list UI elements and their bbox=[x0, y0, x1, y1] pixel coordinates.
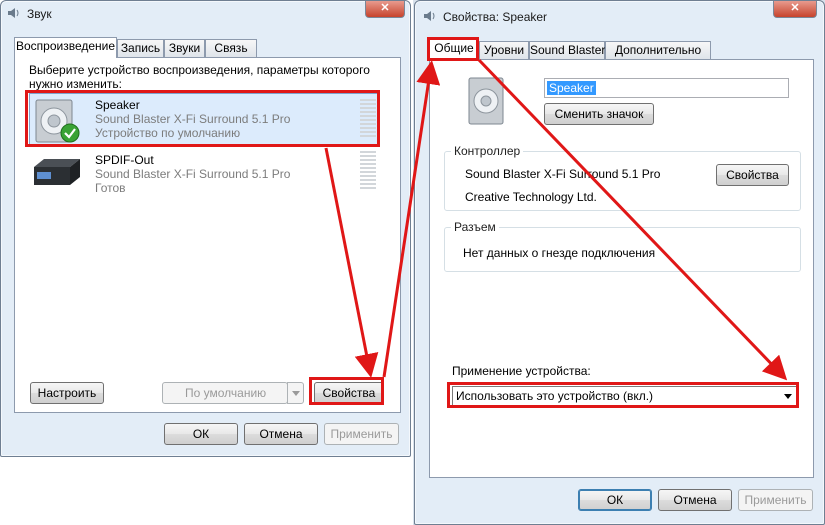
tab-communications[interactable]: Связь bbox=[205, 39, 257, 57]
chevron-down-icon bbox=[292, 391, 300, 396]
device-driver: Sound Blaster X-Fi Surround 5.1 Pro bbox=[95, 112, 291, 126]
properties-button[interactable]: Свойства bbox=[314, 382, 384, 404]
device-name-value: Speaker bbox=[547, 81, 596, 95]
cancel-button[interactable]: Отмена bbox=[658, 489, 732, 511]
chevron-down-icon bbox=[784, 394, 792, 399]
controller-properties-button[interactable]: Свойства bbox=[716, 164, 789, 186]
close-button[interactable]: ✕ bbox=[365, 1, 405, 18]
configure-button[interactable]: Настроить bbox=[30, 382, 104, 404]
change-icon-button[interactable]: Сменить значок bbox=[544, 103, 654, 125]
tab-sounds[interactable]: Звуки bbox=[164, 39, 205, 57]
tab-general[interactable]: Общие bbox=[429, 39, 479, 60]
device-name-field[interactable]: Speaker bbox=[544, 78, 789, 98]
apply-button[interactable]: Применить bbox=[324, 423, 399, 445]
speaker-icon bbox=[35, 99, 80, 143]
close-button[interactable]: ✕ bbox=[773, 1, 817, 18]
usage-select-value: Использовать это устройство (вкл.) bbox=[456, 389, 654, 403]
device-item-spdif[interactable]: SPDIF-Out Sound Blaster X-Fi Surround 5.… bbox=[29, 149, 379, 199]
ok-button[interactable]: ОК bbox=[578, 489, 652, 511]
tab-strip: Воспроизведение Запись Звуки Связь bbox=[14, 37, 404, 58]
device-name: Speaker bbox=[95, 98, 140, 112]
speaker-icon bbox=[468, 77, 504, 125]
tab-sound-blaster[interactable]: Sound Blaster bbox=[529, 41, 605, 59]
device-status: Устройство по умолчанию bbox=[95, 126, 241, 140]
speaker-icon bbox=[8, 8, 19, 18]
device-list[interactable]: Speaker Sound Blaster X-Fi Surround 5.1 … bbox=[28, 91, 386, 371]
set-default-dropdown[interactable] bbox=[287, 382, 304, 404]
device-status: Готов bbox=[95, 181, 126, 195]
jack-info: Нет данных о гнезде подключения bbox=[463, 246, 656, 260]
jack-label: Разъем bbox=[451, 220, 499, 234]
usage-select[interactable]: Использовать это устройство (вкл.) bbox=[452, 386, 799, 406]
title-bar[interactable]: Звук ✕ bbox=[1, 1, 410, 27]
volume-meter bbox=[360, 151, 376, 191]
tab-strip: Общие Уровни Sound Blaster Дополнительно bbox=[429, 39, 819, 60]
tab-levels[interactable]: Уровни bbox=[479, 41, 529, 59]
digital-output-icon bbox=[34, 159, 80, 185]
tab-advanced[interactable]: Дополнительно bbox=[605, 41, 711, 59]
controller-name: Sound Blaster X-Fi Surround 5.1 Pro bbox=[465, 167, 661, 181]
window-title: Звук bbox=[27, 7, 52, 21]
title-bar[interactable]: Свойства: Speaker ✕ bbox=[415, 1, 824, 27]
instruction-text: Выберите устройство воспроизведения, пар… bbox=[29, 63, 370, 91]
tab-playback[interactable]: Воспроизведение bbox=[14, 37, 117, 58]
device-driver: Sound Blaster X-Fi Surround 5.1 Pro bbox=[95, 167, 291, 181]
controller-vendor: Creative Technology Ltd. bbox=[465, 190, 597, 204]
usage-label: Применение устройства: bbox=[452, 364, 591, 378]
window-title: Свойства: Speaker bbox=[443, 10, 548, 24]
tab-recording[interactable]: Запись bbox=[117, 39, 164, 57]
apply-button[interactable]: Применить bbox=[738, 489, 813, 511]
device-name: SPDIF-Out bbox=[95, 153, 154, 167]
ok-button[interactable]: ОК bbox=[164, 423, 238, 445]
sound-window: Звук ✕ Воспроизведение Запись Звуки Связ… bbox=[0, 0, 411, 457]
cancel-button[interactable]: Отмена bbox=[244, 423, 318, 445]
controller-group: Контроллер Sound Blaster X-Fi Surround 5… bbox=[444, 144, 801, 211]
device-item-speaker[interactable]: Speaker Sound Blaster X-Fi Surround 5.1 … bbox=[29, 93, 379, 146]
properties-window: Свойства: Speaker ✕ Общие Уровни Sound B… bbox=[414, 0, 825, 525]
jack-group: Разъем Нет данных о гнезде подключения bbox=[444, 220, 801, 272]
speaker-icon bbox=[424, 11, 435, 21]
general-pane: Speaker Сменить значок Контроллер Sound … bbox=[429, 59, 814, 478]
set-default-button[interactable]: По умолчанию bbox=[162, 382, 288, 404]
playback-pane: Выберите устройство воспроизведения, пар… bbox=[14, 57, 401, 413]
controller-label: Контроллер bbox=[451, 144, 524, 158]
volume-meter bbox=[360, 99, 376, 139]
